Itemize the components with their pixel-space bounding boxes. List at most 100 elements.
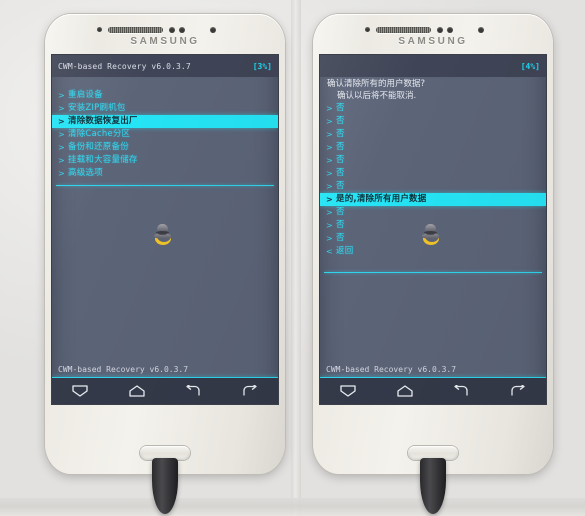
confirm-option-no-4[interactable]: > 否: [320, 141, 546, 154]
volume-down-icon[interactable]: [67, 382, 93, 400]
menu-item-label: 返回: [336, 246, 354, 256]
menu-item-mounts-storage[interactable]: > 挂载和大容量储存: [52, 154, 278, 167]
menu-item-label: 备份和还原备份: [68, 142, 129, 152]
confirm-option-no-3[interactable]: > 否: [320, 128, 546, 141]
brand-logo-right: SAMSUNG: [398, 36, 468, 47]
cwm-hat-logo-left: [153, 224, 175, 246]
menu-item-label: 否: [336, 155, 345, 165]
proximity-sensor-icon: [97, 27, 102, 32]
menu-item-label: 安装ZIP刷机包: [68, 103, 126, 113]
menu-item-label: 否: [336, 168, 345, 178]
gesture-sensor-icon: [179, 27, 185, 33]
screen-right: [4%] 确认清除所有的用户数据? 确认以后将不能取消. > 否 > 否 > 否…: [320, 55, 546, 404]
recovery-footer-left: CWM-based Recovery v6.0.3.7: [58, 365, 189, 374]
chevron-icon: <: [326, 247, 333, 256]
confirm-option-no-6[interactable]: > 否: [320, 167, 546, 180]
menu-item-label: 否: [336, 142, 345, 152]
confirm-option-no-7[interactable]: > 否: [320, 180, 546, 193]
confirm-question: 确认清除所有的用户数据?: [327, 79, 426, 89]
chevron-icon: >: [326, 208, 333, 217]
hat-band: [156, 231, 169, 234]
menu-item-label: 清除Cache分区: [68, 129, 131, 139]
menu-item-install-zip[interactable]: > 安装ZIP刷机包: [52, 102, 278, 115]
confirm-option-no-8[interactable]: > 否: [320, 206, 546, 219]
menu-item-label: 否: [336, 233, 345, 243]
menu-item-reboot[interactable]: > 重启设备: [52, 89, 278, 102]
front-camera-icon: [210, 27, 216, 33]
background-seam-horizontal: [0, 498, 585, 516]
back-icon[interactable]: [448, 382, 474, 400]
chevron-icon: >: [326, 104, 333, 113]
home-icon[interactable]: [124, 382, 150, 400]
confirm-option-no-5[interactable]: > 否: [320, 154, 546, 167]
chevron-icon: >: [326, 195, 333, 204]
brand-logo-left: SAMSUNG: [130, 36, 200, 47]
chevron-icon: >: [58, 130, 65, 139]
enter-icon[interactable]: [505, 382, 531, 400]
enter-icon[interactable]: [237, 382, 263, 400]
volume-down-icon[interactable]: [335, 382, 361, 400]
hat-band: [424, 231, 437, 234]
screen-left: CWM-based Recovery v6.0.3.7 [3%] > 重启设备 …: [52, 55, 278, 404]
chevron-icon: >: [58, 156, 65, 165]
light-sensor-icon: [437, 27, 443, 33]
menu-item-label: 否: [336, 220, 345, 230]
menu-item-label: 重启设备: [68, 90, 103, 100]
recovery-title-left: CWM-based Recovery v6.0.3.7: [58, 61, 191, 71]
chevron-icon: >: [326, 182, 333, 191]
battery-indicator-right: [4%]: [520, 61, 540, 71]
recovery-header-right: [4%]: [320, 55, 546, 77]
menu-item-label: 挂载和大容量储存: [68, 155, 138, 165]
menu-item-label: 否: [336, 116, 345, 126]
menu-item-label: 高级选项: [68, 168, 103, 178]
navigation-bar-left: [52, 377, 278, 404]
confirm-option-no-2[interactable]: > 否: [320, 115, 546, 128]
proximity-sensor-icon: [365, 27, 370, 32]
earpiece-speaker: [108, 27, 163, 33]
recovery-footer-right: CWM-based Recovery v6.0.3.7: [326, 365, 457, 374]
menu-item-backup-restore[interactable]: > 备份和还原备份: [52, 141, 278, 154]
front-camera-icon: [478, 27, 484, 33]
menu-item-label: 否: [336, 129, 345, 139]
phone-right: SAMSUNG [4%] 确认清除所有的用户数据? 确认以后将不能取消. > 否…: [313, 14, 553, 474]
top-bezel-left: SAMSUNG: [45, 14, 285, 58]
back-icon[interactable]: [180, 382, 206, 400]
chevron-icon: >: [326, 130, 333, 139]
chevron-icon: >: [326, 234, 333, 243]
chevron-icon: >: [326, 117, 333, 126]
confirm-prompt-right: 确认清除所有的用户数据? 确认以后将不能取消.: [320, 75, 546, 102]
menu-item-label: 是的,清除所有用户数据: [336, 194, 427, 204]
menu-item-wipe-cache[interactable]: > 清除Cache分区: [52, 128, 278, 141]
chevron-icon: >: [58, 117, 65, 126]
cwm-hat-logo-right: [421, 224, 443, 246]
menu-item-label: 否: [336, 181, 345, 191]
hat-shape: [154, 224, 171, 239]
home-icon[interactable]: [392, 382, 418, 400]
battery-indicator-left: [3%]: [252, 61, 272, 71]
menu-item-label: 清除数据恢复出厂: [68, 116, 138, 126]
gesture-sensor-icon: [447, 27, 453, 33]
navigation-bar-right: [320, 377, 546, 404]
confirm-option-yes-wipe-all[interactable]: > 是的,清除所有用户数据: [320, 193, 546, 206]
menu-divider-left: [56, 185, 274, 186]
confirm-warning: 确认以后将不能取消.: [337, 91, 417, 101]
phone-left: SAMSUNG CWM-based Recovery v6.0.3.7 [3%]…: [45, 14, 285, 474]
chevron-icon: >: [58, 143, 65, 152]
background-seam-vertical: [291, 0, 301, 516]
confirm-option-no-1[interactable]: > 否: [320, 102, 546, 115]
chevron-icon: >: [326, 143, 333, 152]
chevron-icon: >: [326, 221, 333, 230]
chevron-icon: >: [58, 91, 65, 100]
menu-divider-right: [324, 272, 542, 273]
menu-item-advanced[interactable]: > 高级选项: [52, 167, 278, 180]
menu-item-label: 否: [336, 207, 345, 217]
menu-item-label: 否: [336, 103, 345, 113]
chevron-icon: >: [326, 156, 333, 165]
menu-item-wipe-data-factory-reset[interactable]: > 清除数据恢复出厂: [52, 115, 278, 128]
hat-shape: [422, 224, 439, 239]
chevron-icon: >: [58, 169, 65, 178]
confirm-option-go-back[interactable]: < 返回: [320, 245, 546, 258]
light-sensor-icon: [169, 27, 175, 33]
recovery-menu-left[interactable]: > 重启设备 > 安装ZIP刷机包 > 清除数据恢复出厂 > 清除Cache分区…: [52, 89, 278, 180]
recovery-header-left: CWM-based Recovery v6.0.3.7 [3%]: [52, 55, 278, 77]
